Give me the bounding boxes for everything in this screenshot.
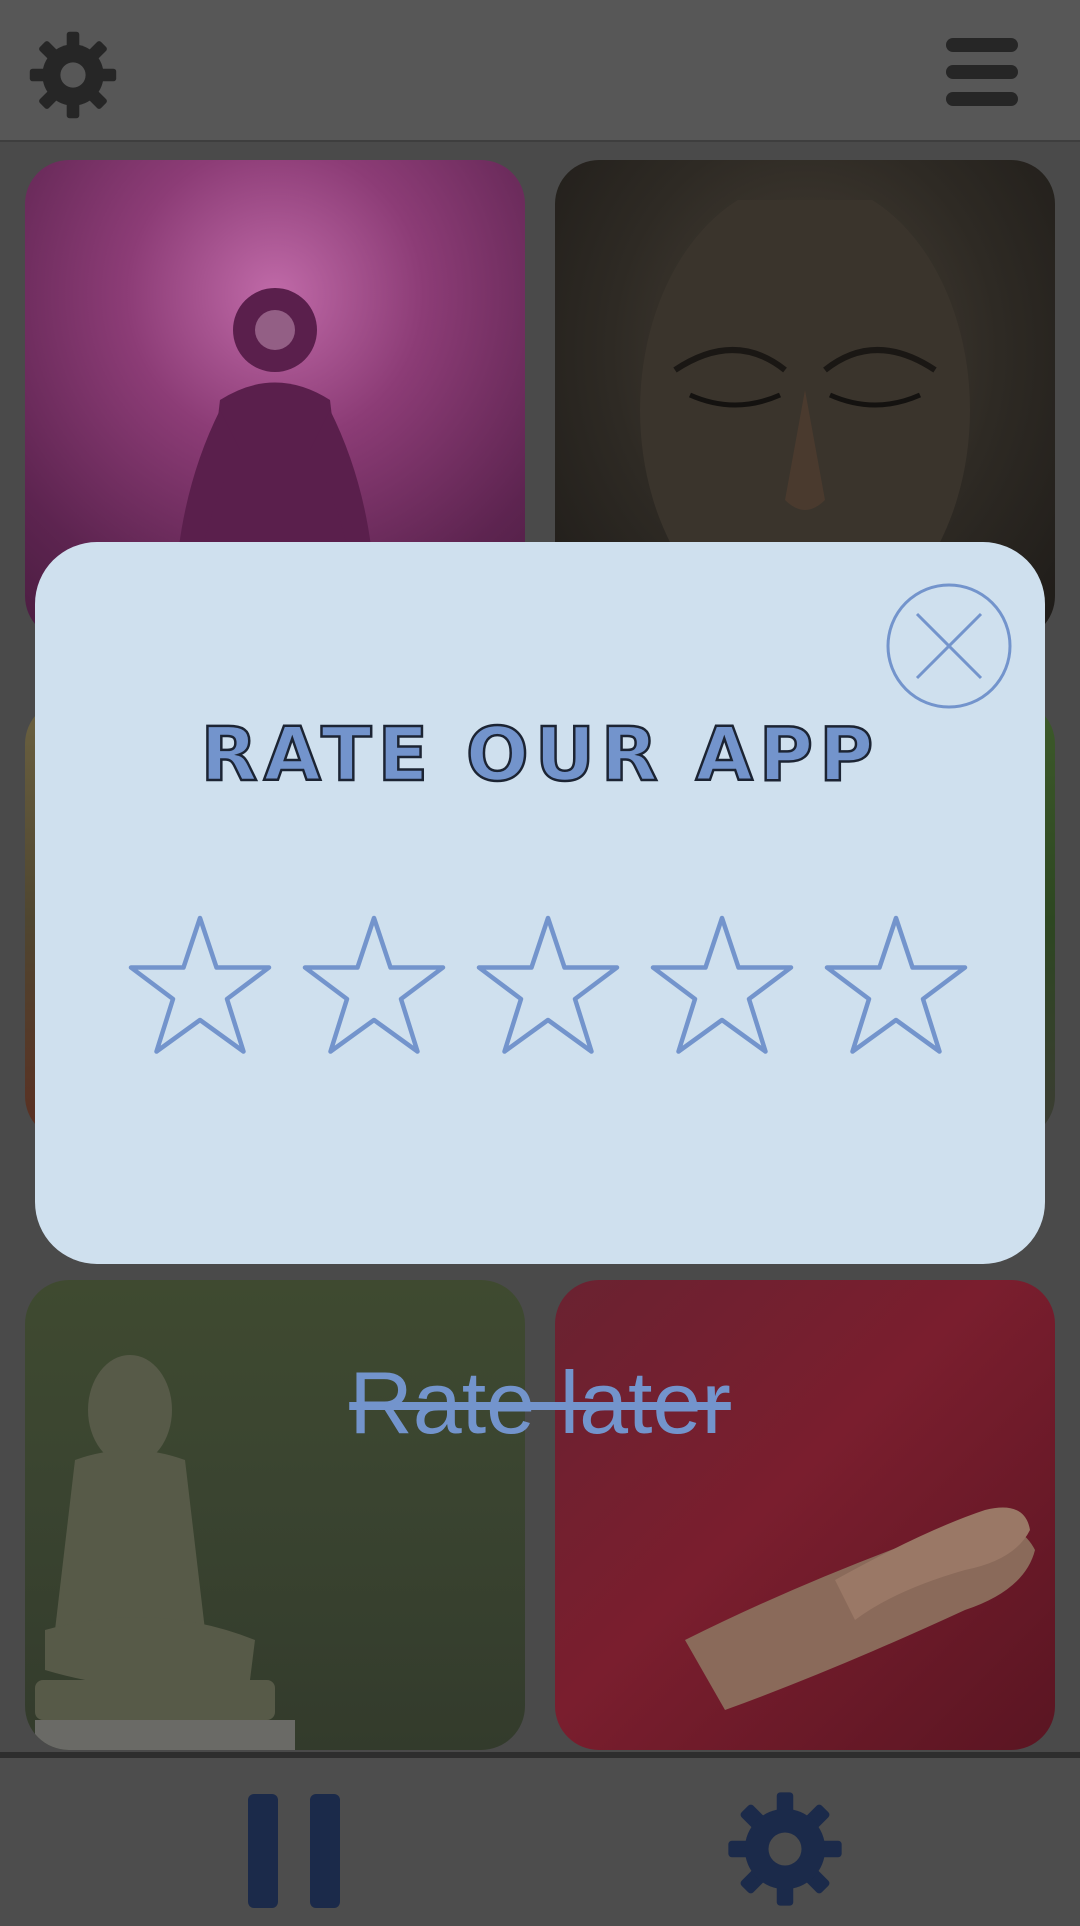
star-1-icon[interactable] [123,912,277,1062]
gear-icon[interactable] [726,1790,844,1908]
close-circle-icon[interactable] [885,582,1013,710]
star-5-icon[interactable] [819,912,973,1062]
star-4-icon[interactable] [645,912,799,1062]
tile-stone-buddha-statue[interactable] [25,1280,525,1750]
dialog-title: RATE OUR APP [199,711,880,800]
hamburger-menu-icon[interactable] [946,38,1018,106]
tile-monk-hands[interactable] [555,1280,1055,1750]
star-rating [123,912,983,1062]
rate-later-button[interactable]: Rate later [0,1352,1080,1454]
top-bar [0,0,1080,142]
monk-hands-image [685,1507,1035,1710]
star-2-icon[interactable] [297,912,451,1062]
gear-icon[interactable] [28,30,118,120]
pause-icon[interactable] [248,1794,340,1908]
star-3-icon[interactable] [471,912,625,1062]
rate-dialog: RATE OUR APP [35,542,1045,1264]
bottom-bar [0,1752,1080,1926]
